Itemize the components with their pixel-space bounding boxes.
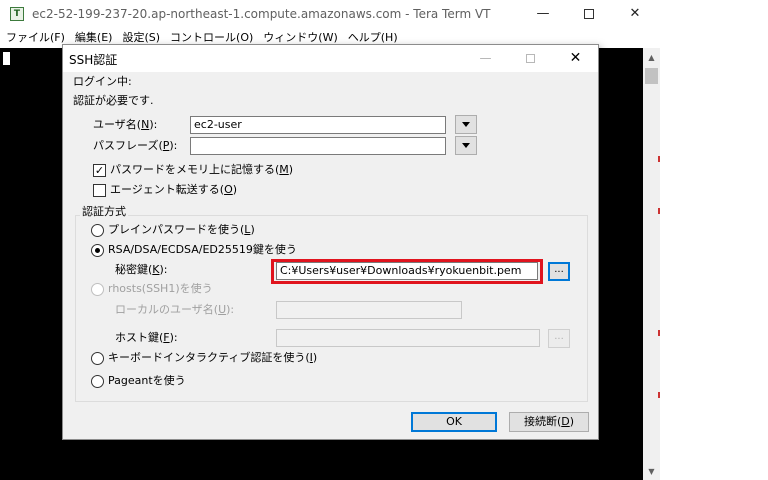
- maximize-icon: [584, 8, 594, 19]
- passphrase-label: パスフレーズ(P):: [93, 139, 178, 152]
- agent-forwarding-checkbox[interactable]: [93, 184, 106, 197]
- window-titlebar: T ec2-52-199-237-20.ap-northeast-1.compu…: [0, 0, 660, 28]
- passphrase-input[interactable]: [190, 137, 446, 155]
- local-username-input[interactable]: [276, 301, 462, 319]
- plain-password-label[interactable]: プレインパスワードを使う(L): [108, 223, 255, 237]
- username-label: ユーザ名(N):: [93, 118, 158, 131]
- ok-button[interactable]: OK: [411, 412, 497, 432]
- plain-password-radio[interactable]: [91, 224, 104, 237]
- scroll-up-icon[interactable]: ▲: [643, 50, 660, 66]
- chevron-down-icon: [462, 122, 470, 127]
- minimize-button[interactable]: —: [520, 0, 566, 28]
- rsa-key-label[interactable]: RSA/DSA/ECDSA/ED25519鍵を使う: [108, 243, 297, 257]
- maximize-button[interactable]: [566, 0, 612, 28]
- rsa-key-radio[interactable]: [91, 244, 104, 257]
- auth-method-group-label: 認証方式: [80, 205, 128, 219]
- menu-file[interactable]: ファイル(F): [0, 28, 70, 48]
- login-label: ログイン中:: [73, 75, 132, 88]
- rhosts-radio[interactable]: [91, 283, 104, 296]
- dialog-titlebar: SSH認証 — ✕: [63, 45, 598, 72]
- background-window-mark: [658, 156, 660, 162]
- auth-required-message: 認証が必要です.: [73, 94, 154, 107]
- window-title: ec2-52-199-237-20.ap-northeast-1.compute…: [32, 7, 491, 21]
- scroll-down-icon[interactable]: ▼: [643, 464, 660, 480]
- dialog-title: SSH認証: [69, 53, 118, 67]
- private-key-browse-button[interactable]: ...: [548, 262, 570, 281]
- pageant-radio[interactable]: [91, 375, 104, 388]
- host-key-input[interactable]: [276, 329, 540, 347]
- remember-password-label[interactable]: パスワードをメモリ上に記憶する(M): [110, 163, 293, 177]
- local-username-label: ローカルのユーザ名(U):: [115, 303, 235, 316]
- background-window-mark: [658, 208, 660, 214]
- private-key-label: 秘密鍵(K):: [115, 263, 168, 276]
- keyboard-interactive-radio[interactable]: [91, 352, 104, 365]
- remember-password-checkbox[interactable]: ✓: [93, 164, 106, 177]
- background-window-mark: [658, 330, 660, 336]
- dialog-minimize-button: —: [479, 51, 492, 65]
- chevron-down-icon: [462, 143, 470, 148]
- vertical-scrollbar[interactable]: ▲ ▼: [643, 48, 660, 480]
- terminal-cursor: [3, 52, 10, 65]
- username-dropdown-button[interactable]: [455, 115, 477, 134]
- scrollbar-thumb[interactable]: [645, 68, 658, 84]
- agent-forwarding-label[interactable]: エージェント転送する(O): [110, 183, 237, 197]
- close-button[interactable]: ✕: [612, 0, 658, 28]
- dialog-close-button[interactable]: ✕: [553, 45, 598, 72]
- keyboard-interactive-label[interactable]: キーボードインタラクティブ認証を使う(I): [108, 351, 317, 365]
- dialog-maximize-button: [508, 45, 553, 72]
- private-key-highlight-box: [271, 259, 543, 284]
- pageant-label[interactable]: Pageantを使う: [108, 374, 186, 388]
- host-key-browse-button[interactable]: ...: [548, 329, 570, 348]
- username-input[interactable]: ec2-user: [190, 116, 446, 134]
- rhosts-label[interactable]: rhosts(SSH1)を使う: [108, 282, 213, 296]
- host-key-label: ホスト鍵(F):: [115, 331, 178, 344]
- maximize-icon: [526, 54, 535, 63]
- ssh-auth-dialog: SSH認証 — ✕ ログイン中: 認証が必要です. ユーザ名(N): ec2-u…: [62, 44, 599, 440]
- background-window-mark: [658, 392, 660, 398]
- disconnect-button[interactable]: 接続断(D): [509, 412, 589, 432]
- passphrase-dropdown-button[interactable]: [455, 136, 477, 155]
- tera-term-app-icon: T: [10, 7, 24, 21]
